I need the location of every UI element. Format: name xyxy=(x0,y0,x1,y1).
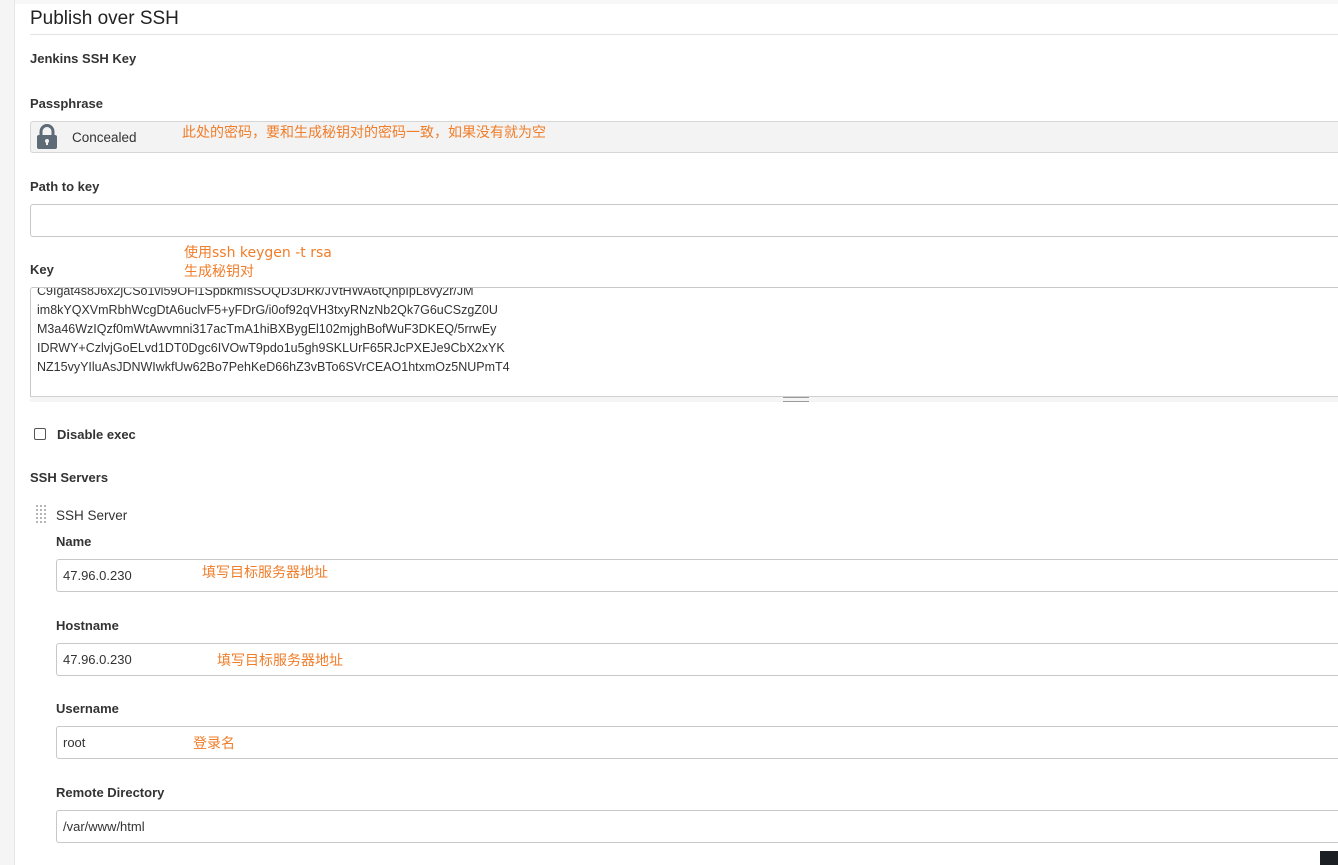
remote-directory-value: /var/www/html xyxy=(63,819,145,834)
path-to-key-input[interactable] xyxy=(30,204,1338,237)
hostname-annotation: 填写目标服务器地址 xyxy=(217,653,343,669)
username-input[interactable]: root xyxy=(56,726,1338,759)
drag-handle-icon[interactable] xyxy=(36,505,48,525)
name-label: Name xyxy=(56,534,92,549)
key-line: IDRWY+CzlvjGoELvd1DT0Dgc6IVOwT9pdo1u5gh9… xyxy=(37,341,505,355)
lock-icon xyxy=(37,124,57,149)
key-annotation-line1: 使用ssh keygen -t rsa xyxy=(184,245,332,261)
key-line: M3a46WzIQzf0mWtAwvmni317acTmA1hiBXBygEl1… xyxy=(37,322,497,336)
key-annotation-line2: 生成秘钥对 xyxy=(184,264,254,280)
key-line: NZ15vyYIluAsJDNWIwkfUw62Bo7PehKeD66hZ3vB… xyxy=(37,360,510,374)
key-line: C9Igat4s8J6x2jCSo1vi59OFi1SpbkmIsSOQD3DR… xyxy=(37,287,474,298)
passphrase-concealed-text: Concealed xyxy=(72,130,137,145)
remote-directory-label: Remote Directory xyxy=(56,785,165,800)
page-left-rail xyxy=(0,0,15,865)
key-text: C9Igat4s8J6x2jCSo1vi59OFi1SpbkmIsSOQD3DR… xyxy=(37,287,510,377)
disable-exec-label: Disable exec xyxy=(57,427,136,442)
remote-directory-input[interactable]: /var/www/html xyxy=(56,810,1338,843)
ssh-servers-label: SSH Servers xyxy=(30,470,109,485)
key-line: im8kYQXVmRbhWcgDtA6uclvF5+yFDrG/i0of92qV… xyxy=(37,303,498,317)
key-label: Key xyxy=(30,262,54,277)
passphrase-label: Passphrase xyxy=(30,96,103,111)
username-value: root xyxy=(63,735,86,750)
section-divider xyxy=(30,34,1338,35)
section-title: Publish over SSH xyxy=(30,8,179,29)
jenkins-ssh-key-label: Jenkins SSH Key xyxy=(30,51,137,66)
username-label: Username xyxy=(56,701,119,716)
key-textarea-resize-bar[interactable] xyxy=(30,396,1338,402)
name-annotation: 填写目标服务器地址 xyxy=(202,565,328,581)
resize-grip-icon[interactable] xyxy=(783,397,809,402)
username-annotation: 登录名 xyxy=(193,736,235,752)
page-top-strip xyxy=(15,0,1338,4)
path-to-key-label: Path to key xyxy=(30,179,100,194)
hostname-label: Hostname xyxy=(56,618,119,633)
disable-exec-checkbox[interactable] xyxy=(34,428,46,440)
corner-widget[interactable] xyxy=(1320,851,1338,865)
ssh-server-header: SSH Server xyxy=(56,508,128,523)
key-textarea[interactable]: C9Igat4s8J6x2jCSo1vi59OFi1SpbkmIsSOQD3DR… xyxy=(30,287,1338,402)
passphrase-annotation: 此处的密码，要和生成秘钥对的密码一致，如果没有就为空 xyxy=(182,125,546,141)
